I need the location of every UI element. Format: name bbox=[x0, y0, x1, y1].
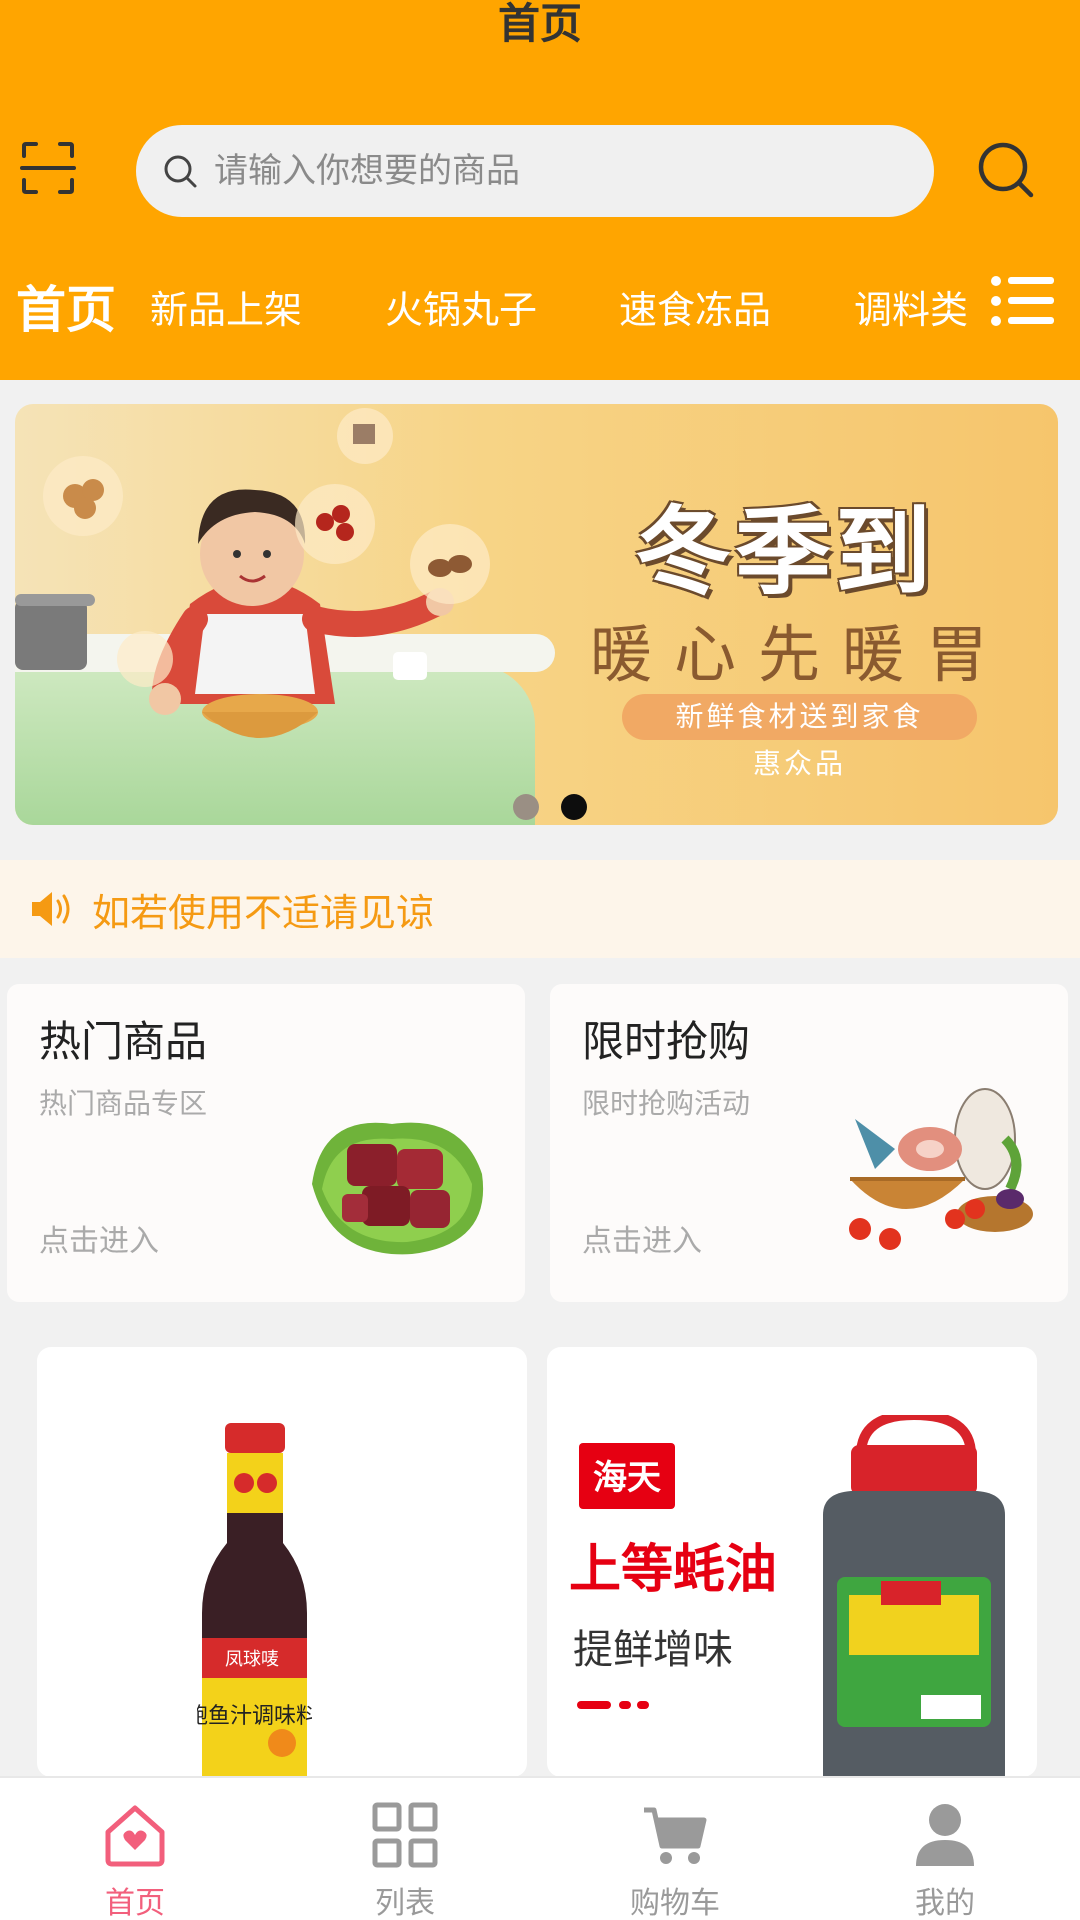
carousel-dots bbox=[513, 794, 587, 820]
tab-seasonings[interactable]: 调料类 bbox=[854, 270, 968, 350]
promo-enter-link[interactable]: 点击进入 bbox=[582, 1216, 702, 1260]
promo-subtitle: 热门商品专区 bbox=[39, 1087, 208, 1120]
category-tabs: 首页 新品上架 火锅丸子 速食冻品 调料类 bbox=[0, 270, 1080, 350]
product-card-oyster-sauce[interactable]: 海天 上等蚝油 提鲜增味 bbox=[547, 1347, 1037, 1777]
banner-subtitle: 暖心先暖胃 bbox=[590, 618, 1011, 691]
sauce-bottle-image: 凤球唛 鲍鱼汁调味料 bbox=[197, 1423, 312, 1777]
beef-image bbox=[312, 1122, 484, 1255]
header: 首页 首页 新品上架 火锅丸子 速食冻品 bbox=[0, 0, 1080, 380]
menu-list-icon[interactable] bbox=[990, 274, 1054, 328]
bottom-nav: 首页 列表 购物车 我的 bbox=[0, 1776, 1080, 1920]
bottle-brand: 凤球唛 bbox=[225, 1649, 279, 1670]
user-icon bbox=[916, 1804, 974, 1866]
decorative-dashes bbox=[577, 1701, 649, 1709]
speaker-icon bbox=[32, 892, 70, 926]
chef-illustration bbox=[15, 408, 490, 738]
nav-label: 购物车 bbox=[630, 1886, 720, 1920]
tab-hotpot-balls[interactable]: 火锅丸子 bbox=[385, 270, 537, 350]
banner-tagline: 新鲜食材送到家食 bbox=[622, 694, 977, 740]
carousel-dot-1[interactable] bbox=[513, 794, 539, 820]
promo-enter-link[interactable]: 点击进入 bbox=[39, 1216, 159, 1260]
promo-subtitle: 限时抢购活动 bbox=[582, 1087, 751, 1120]
tab-new-arrivals[interactable]: 新品上架 bbox=[150, 270, 302, 350]
nav-profile[interactable]: 我的 bbox=[810, 1778, 1080, 1920]
promo-title: 热门商品 bbox=[39, 1017, 208, 1066]
nav-list[interactable]: 列表 bbox=[270, 1778, 540, 1920]
search-bar[interactable] bbox=[136, 125, 934, 217]
nav-label: 我的 bbox=[915, 1886, 975, 1920]
product-tagline: 提鲜增味 bbox=[573, 1627, 733, 1673]
promo-card-hot-products[interactable]: 热门商品 热门商品专区 点击进入 bbox=[7, 984, 525, 1302]
nav-label: 列表 bbox=[375, 1886, 435, 1920]
search-input[interactable] bbox=[212, 140, 934, 202]
nav-label: 首页 bbox=[105, 1886, 165, 1920]
search-button-icon[interactable] bbox=[976, 140, 1036, 200]
promo-banner[interactable]: 冬季到 暖心先暖胃 新鲜食材送到家食 惠众品 bbox=[15, 404, 1058, 825]
scan-icon[interactable] bbox=[20, 140, 76, 196]
tab-home[interactable]: 首页 bbox=[16, 270, 116, 350]
notice-text: 如若使用不适请见谅 bbox=[92, 890, 435, 935]
notice-bar: 如若使用不适请见谅 bbox=[0, 860, 1080, 958]
banner-tagline-second-line: 惠众品 bbox=[752, 747, 846, 780]
grid-icon bbox=[372, 1802, 438, 1868]
promo-title: 限时抢购 bbox=[582, 1017, 751, 1066]
cart-icon bbox=[644, 1807, 707, 1864]
page-title: 首页 bbox=[497, 0, 582, 48]
groceries-basket-image bbox=[849, 1088, 1033, 1250]
oyster-sauce-jar-image bbox=[823, 1415, 1005, 1777]
carousel-dot-2[interactable] bbox=[561, 794, 587, 820]
nav-cart[interactable]: 购物车 bbox=[540, 1778, 810, 1920]
product-headline: 上等蚝油 bbox=[569, 1540, 778, 1600]
tab-frozen-food[interactable]: 速食冻品 bbox=[619, 270, 771, 350]
promo-card-flash-sale[interactable]: 限时抢购 限时抢购活动 点击进入 bbox=[550, 984, 1068, 1302]
nav-home[interactable]: 首页 bbox=[0, 1778, 270, 1920]
screen: 首页 首页 新品上架 火锅丸子 速食冻品 bbox=[0, 0, 1080, 1920]
bottle-label: 鲍鱼汁调味料 bbox=[197, 1704, 312, 1729]
home-heart-icon bbox=[105, 1805, 165, 1867]
product-card-abalone-sauce[interactable]: 凤球唛 鲍鱼汁调味料 bbox=[37, 1347, 527, 1777]
search-icon bbox=[164, 155, 197, 188]
banner-title: 冬季到 bbox=[635, 496, 935, 608]
brand-logo: 海天 bbox=[579, 1443, 675, 1509]
